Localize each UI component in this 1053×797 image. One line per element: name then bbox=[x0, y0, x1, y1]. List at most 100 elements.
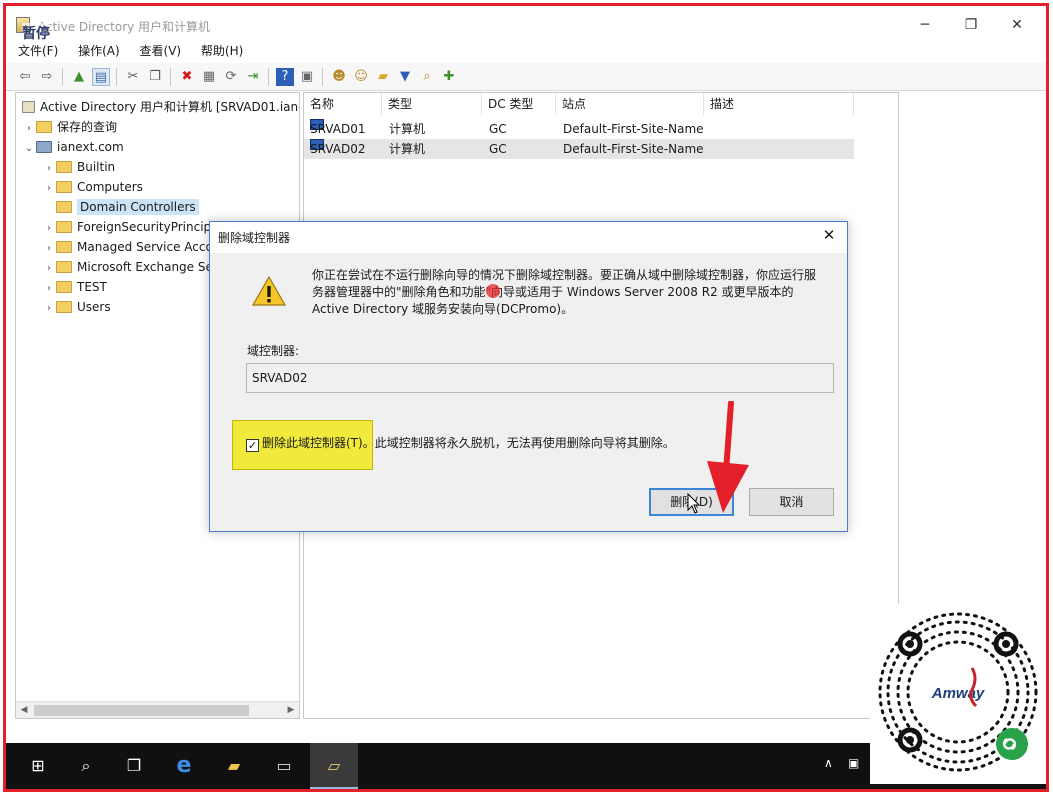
column-header-site[interactable]: 站点 bbox=[556, 93, 704, 115]
cut-icon[interactable]: ✂ bbox=[124, 68, 142, 86]
tree-item-computers[interactable]: › Computers bbox=[42, 177, 143, 197]
column-header-type[interactable]: 类型 bbox=[382, 93, 482, 115]
folder-icon bbox=[56, 281, 72, 293]
menu-help[interactable]: 帮助(H) bbox=[193, 41, 251, 61]
scroll-right-icon[interactable]: ▶ bbox=[283, 702, 299, 718]
up-folder-icon[interactable]: ▲ bbox=[70, 68, 88, 86]
qr-code-pattern-icon: Amway bbox=[876, 610, 1040, 774]
row-type: 计算机 bbox=[389, 142, 426, 156]
new-group-icon[interactable]: ☺ bbox=[352, 68, 370, 86]
tree-root[interactable]: Active Directory 用户和计算机 [SRVAD01.iane bbox=[22, 97, 300, 117]
filter-icon[interactable]: ▼ bbox=[396, 68, 414, 86]
start-windows-icon[interactable]: ⊞ bbox=[14, 743, 62, 789]
warning-icon bbox=[252, 275, 286, 306]
tree-item-label: Users bbox=[77, 300, 111, 314]
properties-icon[interactable]: ▦ bbox=[200, 68, 218, 86]
column-header-dc-type[interactable]: DC 类型 bbox=[482, 93, 556, 115]
delete-confirm-checkbox[interactable]: ✓ bbox=[246, 439, 259, 452]
qr-brand-text: Amway bbox=[931, 685, 985, 702]
red-arrow-annotation-icon bbox=[707, 401, 749, 513]
copy-icon[interactable]: ❐ bbox=[146, 68, 164, 86]
row-dc-type: GC bbox=[489, 142, 507, 156]
chevron-right-icon[interactable]: › bbox=[42, 239, 56, 259]
chevron-down-icon[interactable]: ⌄ bbox=[22, 139, 36, 159]
aduc-root-icon bbox=[22, 101, 35, 113]
search-icon[interactable]: ⌕ bbox=[62, 743, 110, 789]
row-type: 计算机 bbox=[389, 122, 426, 136]
cancel-button[interactable]: 取消 bbox=[749, 488, 834, 516]
tree-item-domain-controllers[interactable]: Domain Controllers bbox=[42, 197, 199, 217]
add-to-group-icon[interactable]: ✚ bbox=[440, 68, 458, 86]
refresh-icon[interactable]: ⟳ bbox=[222, 68, 240, 86]
scroll-left-icon[interactable]: ◀ bbox=[16, 702, 32, 718]
tree-item-label: Builtin bbox=[77, 160, 116, 174]
pause-badge: 暂停 bbox=[22, 23, 50, 43]
tree-horizontal-scrollbar[interactable]: ◀ ▶ bbox=[16, 701, 299, 718]
column-header-name[interactable]: 名称 bbox=[304, 93, 382, 115]
minimize-button[interactable]: ─ bbox=[902, 12, 948, 38]
dc-name-field: SRVAD02 bbox=[246, 363, 834, 393]
tree-item-builtin[interactable]: › Builtin bbox=[42, 157, 115, 177]
tree-item-test[interactable]: › TEST bbox=[42, 277, 107, 297]
chevron-right-icon[interactable]: › bbox=[42, 219, 56, 239]
tree-item-foreign-security-principals[interactable]: › ForeignSecurityPrincip bbox=[42, 217, 211, 237]
tree-item-label: 保存的查询 bbox=[57, 120, 118, 134]
row-site: Default-First-Site-Name bbox=[563, 142, 704, 156]
checkbox-label[interactable]: 删除此域控制器(T)。 bbox=[262, 436, 375, 450]
chevron-right-icon[interactable]: › bbox=[42, 259, 56, 279]
action-pane-icon[interactable]: ▣ bbox=[298, 68, 316, 86]
tree-item-users[interactable]: › Users bbox=[42, 297, 111, 317]
command-prompt-icon[interactable]: ▭ bbox=[260, 743, 308, 789]
scrollbar-thumb[interactable] bbox=[34, 705, 249, 716]
chevron-right-icon[interactable]: › bbox=[42, 179, 56, 199]
tree-item-label: Managed Service Acco bbox=[77, 240, 213, 254]
chevron-right-icon[interactable]: › bbox=[42, 299, 56, 319]
column-header-description[interactable]: 描述 bbox=[704, 93, 854, 115]
tree-item-label: TEST bbox=[77, 280, 107, 294]
help-icon[interactable]: ? bbox=[276, 68, 294, 86]
file-explorer-icon[interactable]: ▰ bbox=[210, 743, 258, 789]
internet-explorer-icon[interactable]: e bbox=[160, 743, 208, 789]
menu-view[interactable]: 查看(V) bbox=[132, 41, 190, 61]
maximize-button[interactable]: ❐ bbox=[948, 12, 994, 38]
tree-item-microsoft-exchange[interactable]: › Microsoft Exchange Se bbox=[42, 257, 213, 277]
tree-item-managed-service-accounts[interactable]: › Managed Service Acco bbox=[42, 237, 213, 257]
tray-chevron-up-icon[interactable]: ∧ bbox=[824, 756, 833, 770]
new-ou-icon[interactable]: ▰ bbox=[374, 68, 392, 86]
close-window-button[interactable]: ✕ bbox=[994, 12, 1040, 38]
row-site: Default-First-Site-Name bbox=[563, 122, 704, 136]
click-indicator bbox=[486, 284, 500, 298]
folder-icon bbox=[56, 241, 72, 253]
export-list-icon[interactable]: ⇥ bbox=[244, 68, 262, 86]
toolbar: ⇦ ⇨ ▲ ▤ ✂ ❐ ✖ ▦ ⟳ ⇥ ? ▣ ☻ ☺ ▰ ▼ ⌕ ✚ bbox=[6, 63, 1046, 91]
task-view-icon[interactable]: ❐ bbox=[110, 743, 158, 789]
folder-icon bbox=[56, 261, 72, 273]
table-row-selected[interactable]: SRVAD02 计算机 GC Default-First-Site-Name bbox=[304, 139, 854, 159]
tree-item-label: Microsoft Exchange Se bbox=[77, 260, 213, 274]
menu-file[interactable]: 文件(F) bbox=[6, 41, 66, 61]
forward-arrow-icon[interactable]: ⇨ bbox=[38, 68, 56, 86]
chevron-right-icon[interactable]: › bbox=[42, 279, 56, 299]
tree-item-label: ForeignSecurityPrincip bbox=[77, 220, 212, 234]
aduc-taskbar-icon[interactable]: ▱ bbox=[310, 743, 358, 789]
tree-item-label: Computers bbox=[77, 180, 143, 194]
table-row[interactable]: SRVAD01 计算机 GC Default-First-Site-Name bbox=[304, 119, 854, 139]
menu-action[interactable]: 操作(A) bbox=[70, 41, 128, 61]
show-tree-icon[interactable]: ▤ bbox=[92, 68, 110, 86]
find-icon[interactable]: ⌕ bbox=[418, 68, 436, 86]
back-arrow-icon[interactable]: ⇦ bbox=[16, 68, 34, 86]
row-name: SRVAD01 bbox=[310, 122, 366, 136]
network-icon[interactable]: ▣ bbox=[848, 756, 859, 770]
delete-icon[interactable]: ✖ bbox=[178, 68, 196, 86]
window-title: Active Directory 用户和计算机 bbox=[38, 20, 211, 34]
delete-confirm-row: ✓ 删除此域控制器(T)。此域控制器将永久脱机，无法再使用删除向导将其删除。 bbox=[246, 434, 675, 452]
new-user-icon[interactable]: ☻ bbox=[330, 68, 348, 86]
folder-icon bbox=[56, 181, 72, 193]
dialog-close-icon[interactable]: ✕ bbox=[819, 225, 839, 245]
tree-root-label: Active Directory 用户和计算机 [SRVAD01.iane bbox=[40, 100, 300, 114]
chevron-right-icon[interactable]: › bbox=[42, 159, 56, 179]
tree-item-domain[interactable]: ⌄ ianext.com bbox=[22, 137, 124, 157]
tree-item-saved-queries[interactable]: › 保存的查询 bbox=[22, 117, 117, 137]
chevron-right-icon[interactable]: › bbox=[22, 119, 36, 139]
qr-code-overlay: Amway bbox=[870, 604, 1046, 784]
